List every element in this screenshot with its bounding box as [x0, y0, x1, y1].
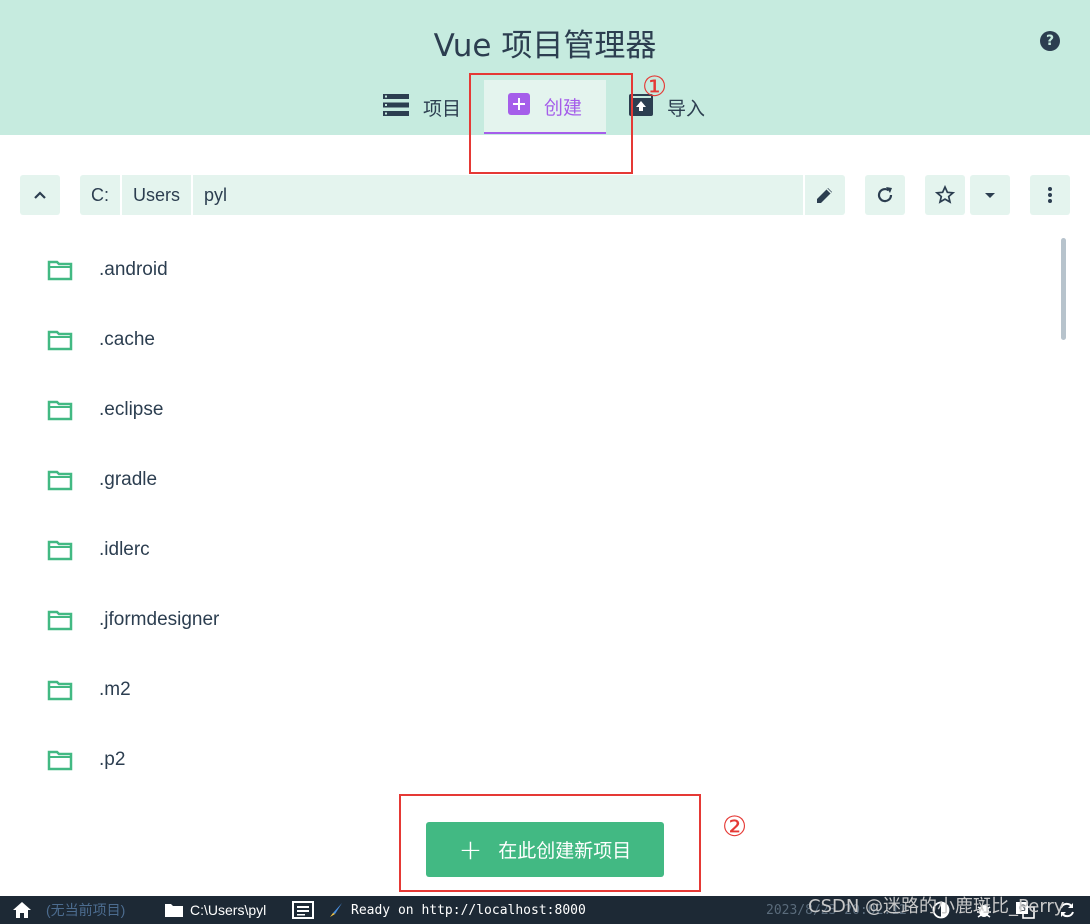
list-item[interactable]: .m2: [20, 655, 1050, 725]
folder-icon: [47, 470, 73, 491]
breadcrumb-current[interactable]: pyl: [193, 175, 238, 215]
list-item[interactable]: .gradle: [20, 445, 1050, 515]
home-button[interactable]: [12, 896, 32, 924]
home-icon: [13, 902, 31, 918]
folder-icon: [47, 540, 73, 561]
folder-up-button[interactable]: [20, 175, 60, 215]
folder-icon: [47, 750, 73, 771]
create-project-here-button[interactable]: + 在此创建新项目: [426, 822, 664, 877]
annotation-number-2: ②: [722, 810, 748, 843]
refresh-button[interactable]: [865, 175, 905, 215]
refresh-icon: [877, 187, 893, 203]
folder-name: .cache: [99, 329, 155, 350]
list-item[interactable]: .jformdesigner: [20, 585, 1050, 655]
pencil-icon: [817, 188, 832, 203]
star-outline-icon: [935, 185, 955, 204]
breadcrumb-drive[interactable]: C:: [80, 175, 122, 215]
favorites-dropdown-button[interactable]: [970, 175, 1010, 215]
brush-icon: [328, 896, 344, 924]
annotation-box-1: [469, 73, 633, 174]
list-item[interactable]: .idlerc: [20, 515, 1050, 585]
path-bar: C: Users pyl: [80, 175, 845, 215]
folder-name: .jformdesigner: [99, 609, 220, 630]
folder-name: .eclipse: [99, 399, 164, 420]
more-vertical-icon: [1048, 187, 1052, 203]
chevron-up-icon: [34, 191, 46, 199]
tab-projects-label: 项目: [423, 97, 462, 120]
watermark: CSDN @迷路的小鹿斑比_Perry: [808, 896, 1065, 917]
folder-icon: [47, 260, 73, 281]
folder-icon: [47, 330, 73, 351]
annotation-number-1: ①: [642, 70, 668, 103]
folder-name: .android: [99, 259, 168, 280]
tab-projects[interactable]: 项目: [383, 80, 461, 134]
folder-icon: [47, 400, 73, 421]
log-message[interactable]: Ready on http://localhost:8000: [351, 896, 586, 924]
console-icon[interactable]: [292, 896, 314, 924]
create-project-label: 在此创建新项目: [498, 840, 632, 862]
plus-icon: +: [458, 832, 483, 866]
folder-status-icon: [164, 896, 184, 924]
breadcrumb-users[interactable]: Users: [122, 175, 194, 215]
caret-down-icon: [985, 192, 995, 198]
list-item[interactable]: .cache: [20, 305, 1050, 375]
current-project-label[interactable]: (无当前项目): [46, 896, 125, 924]
more-options-button[interactable]: [1030, 175, 1070, 215]
folder-name: .gradle: [99, 469, 158, 490]
help-icon[interactable]: ?: [1040, 31, 1060, 51]
page-title: Vue 项目管理器: [433, 28, 657, 64]
list-item[interactable]: .android: [20, 235, 1050, 305]
list-icon: [383, 93, 409, 121]
cwd-path[interactable]: C:\Users\pyl: [190, 896, 266, 924]
tab-import-label: 导入: [667, 97, 706, 120]
folder-name: .idlerc: [99, 539, 150, 560]
scrollbar-thumb[interactable]: [1061, 238, 1066, 340]
folder-name: .p2: [99, 749, 126, 770]
list-item[interactable]: .p2: [20, 725, 1050, 795]
folder-list: .android .cache .eclipse .gradle .idlerc…: [20, 235, 1050, 795]
folder-icon: [47, 610, 73, 631]
folder-name: .m2: [99, 679, 131, 700]
folder-icon: [47, 680, 73, 701]
favorite-button[interactable]: [925, 175, 965, 215]
edit-path-button[interactable]: [803, 175, 845, 215]
list-item[interactable]: .eclipse: [20, 375, 1050, 445]
